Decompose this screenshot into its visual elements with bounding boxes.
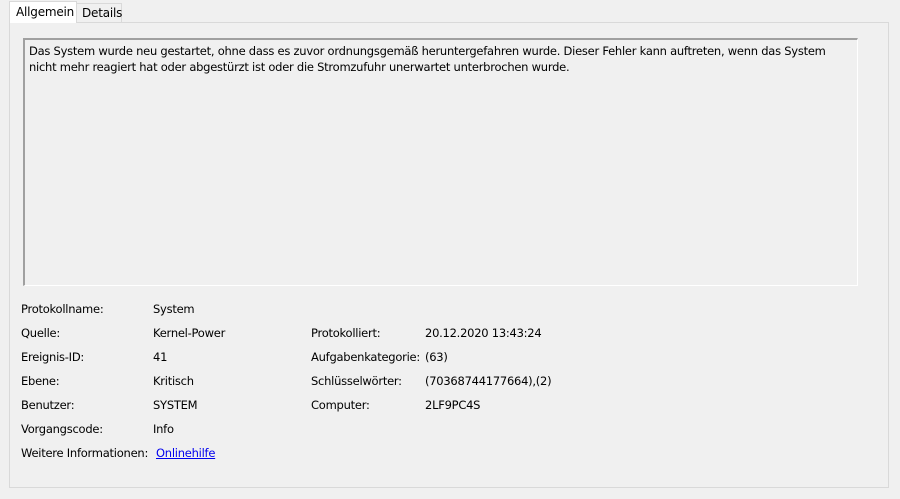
online-help-link[interactable]: Onlinehilfe <box>156 445 215 461</box>
event-id-value: 41 <box>153 350 168 364</box>
task-category-label: Aufgabenkategorie: <box>311 350 421 364</box>
keywords-label: Schlüsselwörter: <box>311 374 402 388</box>
computer-value: 2LF9PC4S <box>425 398 481 412</box>
keywords-value: (70368744177664),(2) <box>425 374 552 388</box>
logged-value: 20.12.2020 13:43:24 <box>425 326 542 340</box>
tab-allgemein[interactable]: Allgemein <box>9 1 77 23</box>
more-info-label: Weitere Informationen: <box>21 446 149 460</box>
task-category-value: (63) <box>425 350 448 364</box>
opcode-label: Vorgangscode: <box>21 422 103 436</box>
tab-details-label: Details <box>82 6 123 20</box>
source-value: Kernel-Power <box>153 326 226 340</box>
user-label: Benutzer: <box>21 398 75 412</box>
logged-label: Protokolliert: <box>311 326 381 340</box>
computer-label: Computer: <box>311 398 370 412</box>
log-name-label: Protokollname: <box>21 302 104 316</box>
source-label: Quelle: <box>21 326 61 340</box>
log-name-value: System <box>153 302 195 316</box>
event-description-text: Das System wurde neu gestartet, ohne das… <box>29 44 826 74</box>
opcode-value: Info <box>153 422 174 436</box>
event-description-box[interactable]: Das System wurde neu gestartet, ohne das… <box>23 38 858 286</box>
user-value: SYSTEM <box>153 398 198 412</box>
level-value: Kritisch <box>153 374 194 388</box>
level-label: Ebene: <box>21 374 60 388</box>
tab-allgemein-label: Allgemein <box>16 5 75 19</box>
tab-details[interactable]: Details <box>76 3 122 23</box>
event-id-label: Ereignis-ID: <box>21 350 85 364</box>
